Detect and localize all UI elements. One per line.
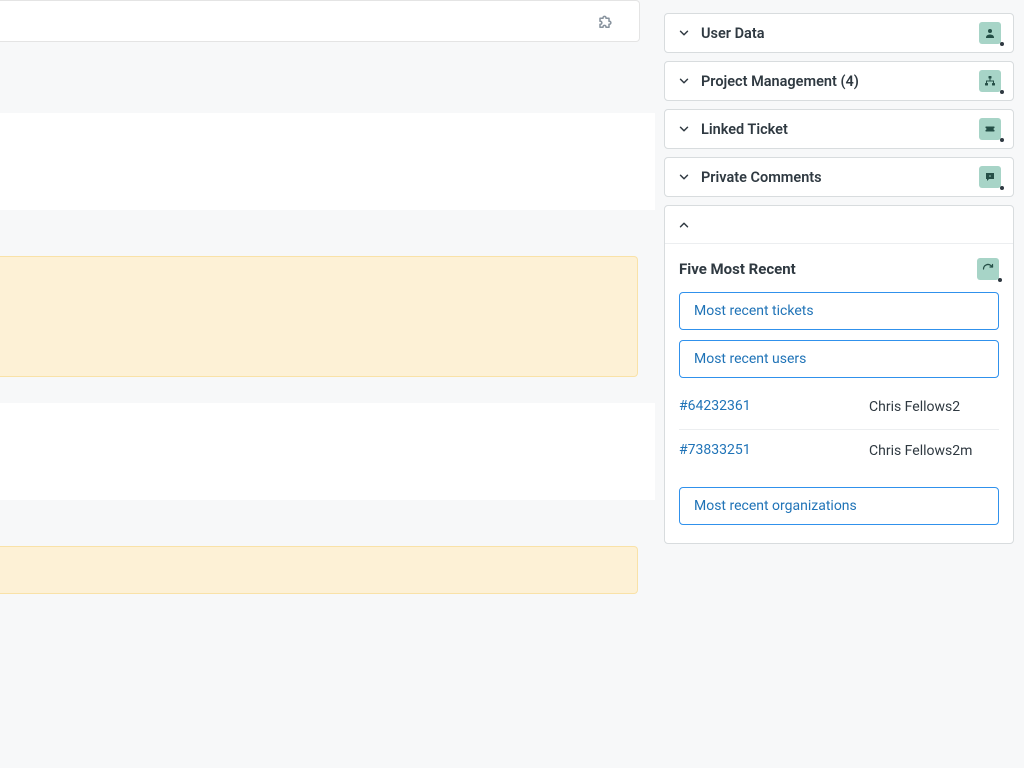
ticket-user: Chris Fellows2 [869, 398, 999, 417]
ticket-user: Chris Fellows2m [869, 442, 999, 461]
panel-private-comments[interactable]: Private Comments [664, 157, 1014, 197]
panel-linked-ticket[interactable]: Linked Ticket [664, 109, 1014, 149]
section-title: Five Most Recent [679, 260, 796, 278]
content-block [0, 113, 655, 210]
chevron-down-icon [677, 170, 691, 184]
panel-project-management[interactable]: Project Management (4) [664, 61, 1014, 101]
main-area [0, 0, 655, 768]
content-block [0, 403, 655, 500]
list-item: #73833251 Chris Fellows2m [679, 430, 999, 473]
highlight-block [0, 546, 638, 594]
most-recent-users-button[interactable]: Most recent users [679, 340, 999, 378]
chevron-down-icon [677, 74, 691, 88]
panel-five-most-recent: Five Most Recent Most recent tickets Mos… [664, 205, 1014, 544]
panel-title: Linked Ticket [701, 121, 979, 138]
chevron-down-icon [677, 26, 691, 40]
panel-title: Private Comments [701, 169, 979, 186]
speech-icon [979, 166, 1001, 188]
most-recent-tickets-button[interactable]: Most recent tickets [679, 292, 999, 330]
ticket-icon [979, 118, 1001, 140]
panel-title: Project Management (4) [701, 73, 979, 90]
highlight-block [0, 256, 638, 377]
sitemap-icon [979, 70, 1001, 92]
toolbar [0, 0, 640, 42]
list-item: #64232361 Chris Fellows2 [679, 386, 999, 430]
apps-icon[interactable] [597, 13, 615, 31]
most-recent-organizations-button[interactable]: Most recent organizations [679, 487, 999, 525]
user-icon [979, 22, 1001, 44]
chevron-up-icon [677, 218, 691, 232]
ticket-id-link[interactable]: #64232361 [679, 398, 869, 417]
panel-user-data[interactable]: User Data [664, 13, 1014, 53]
chevron-down-icon [677, 122, 691, 136]
ticket-id-link[interactable]: #73833251 [679, 442, 869, 461]
sidebar: User Data Project Management (4) [664, 0, 1014, 768]
recent-list: #64232361 Chris Fellows2 #73833251 Chris… [679, 386, 999, 473]
refresh-icon[interactable] [977, 258, 999, 280]
panel-collapse-toggle[interactable] [665, 206, 1013, 244]
panel-title: User Data [701, 25, 979, 42]
